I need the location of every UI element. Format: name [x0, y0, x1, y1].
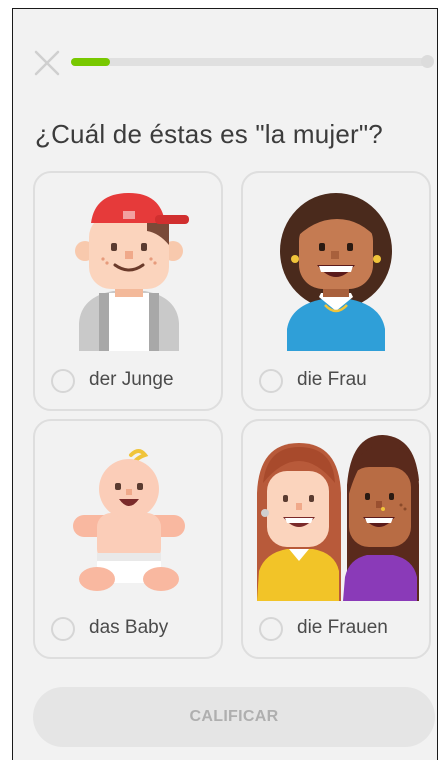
choice-label: die Frauen: [297, 617, 388, 638]
choice-card-der-junge[interactable]: der Junge: [33, 171, 223, 411]
lesson-header: [13, 9, 437, 109]
choice-label: die Frau: [297, 369, 367, 390]
close-icon[interactable]: [33, 49, 61, 77]
lesson-screen: ¿Cuál de éstas es "la mujer"? der Junge …: [12, 8, 438, 760]
boy-illustration: [35, 173, 221, 363]
choice-radio[interactable]: [259, 617, 283, 641]
question-prompt: ¿Cuál de éstas es "la mujer"?: [35, 119, 383, 149]
choice-radio[interactable]: [259, 369, 283, 393]
two-women-illustration: [243, 421, 429, 611]
choice-radio[interactable]: [51, 617, 75, 641]
progress-bar: [71, 58, 429, 66]
choice-label: das Baby: [89, 617, 169, 638]
choice-card-die-frau[interactable]: die Frau: [241, 171, 431, 411]
progress-bar-fill: [71, 58, 110, 66]
woman-illustration: [243, 173, 429, 363]
progress-end-dot: [421, 55, 434, 68]
check-button[interactable]: CALIFICAR: [33, 687, 435, 747]
choice-label: der Junge: [89, 369, 174, 390]
choice-card-die-frauen[interactable]: die Frauen: [241, 419, 431, 659]
baby-illustration: [35, 421, 221, 611]
choice-card-das-baby[interactable]: das Baby: [33, 419, 223, 659]
choice-radio[interactable]: [51, 369, 75, 393]
